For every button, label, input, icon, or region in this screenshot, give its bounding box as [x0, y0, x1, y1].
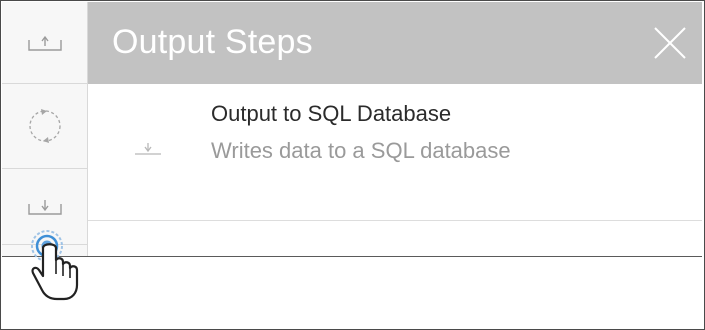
close-icon	[654, 27, 686, 59]
upload-step-button[interactable]	[2, 2, 87, 84]
step-description: Writes data to a SQL database	[211, 138, 511, 163]
upload-icon	[27, 35, 62, 51]
download-icon	[135, 143, 161, 155]
left-rail	[2, 2, 88, 256]
panel-header: Output Steps	[88, 2, 702, 84]
sync-icon	[28, 109, 61, 143]
output-step-button[interactable]	[2, 169, 87, 245]
step-item-output-sql[interactable]: Output to SQL Database Writes data to a …	[88, 84, 702, 221]
transform-step-button[interactable]	[2, 84, 87, 169]
panel-bottom-border	[2, 256, 702, 257]
rail-extra-button[interactable]	[2, 245, 87, 256]
close-button[interactable]	[638, 2, 702, 84]
download-icon	[27, 199, 62, 215]
panel-title: Output Steps	[112, 23, 313, 61]
output-steps-panel: Output Steps Output to SQL Database Writ…	[88, 2, 702, 256]
step-icon	[128, 134, 168, 164]
step-title: Output to SQL Database	[211, 101, 452, 126]
